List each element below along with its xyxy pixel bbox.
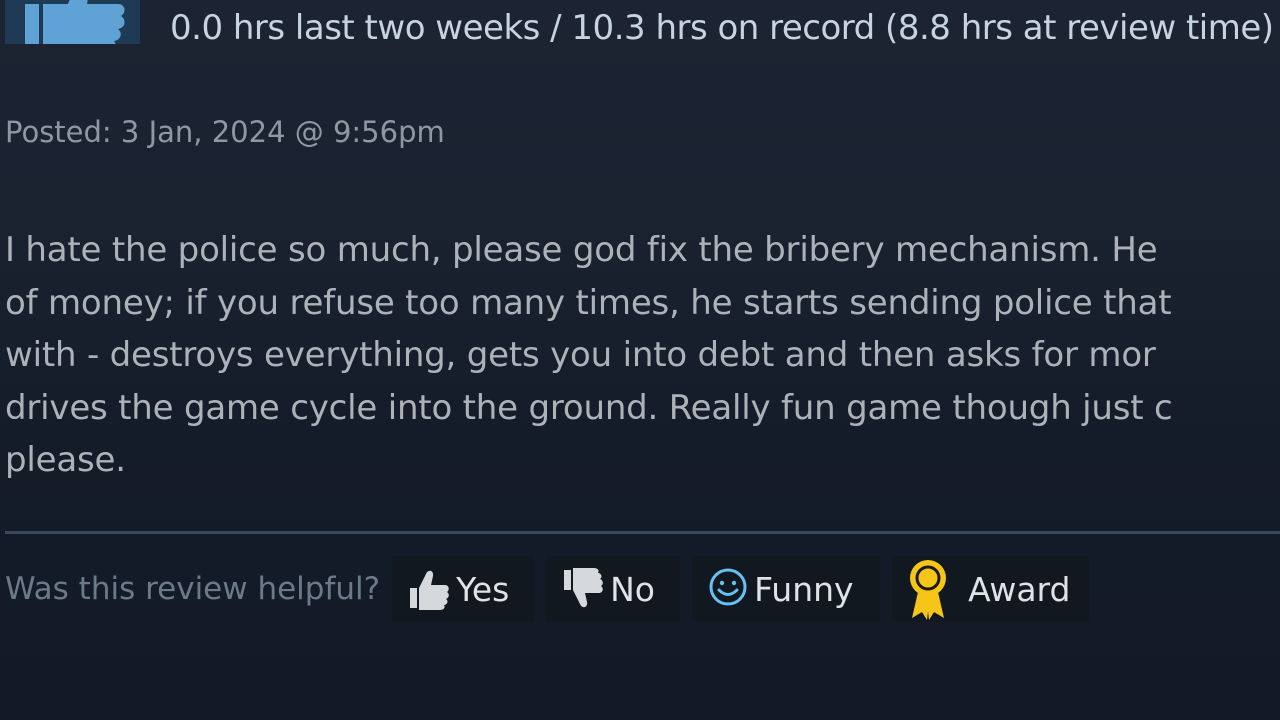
review-body: I hate the police so much, please god fi…: [5, 224, 1280, 487]
review-line: of money; if you refuse too many times, …: [5, 282, 1172, 323]
review-line: please.: [5, 440, 126, 480]
recommended-badge: [5, 0, 140, 44]
divider: [5, 531, 1280, 534]
thumbs-up-icon: [25, 0, 125, 44]
review-line: drives the game cycle into the ground. R…: [5, 387, 1173, 428]
vote-yes-button[interactable]: Yes: [392, 556, 535, 622]
vote-yes-label: Yes: [456, 569, 510, 609]
vote-no-button[interactable]: No: [546, 556, 681, 622]
vote-funny-label: Funny: [754, 569, 854, 609]
playtime-text: 0.0 hrs last two weeks / 10.3 hrs on rec…: [170, 8, 1274, 48]
posted-date: Posted: 3 Jan, 2024 @ 9:56pm: [5, 115, 445, 149]
review-line: with - destroys everything, gets you int…: [5, 335, 1156, 375]
helpful-row: Was this review helpful? Yes No Funny Aw…: [5, 556, 1101, 622]
vote-no-label: No: [610, 569, 655, 609]
award-button[interactable]: Award: [892, 556, 1090, 622]
smiley-icon: [706, 567, 750, 611]
award-ribbon-icon: [906, 558, 950, 620]
thumbs-down-icon: [560, 566, 606, 612]
vote-funny-button[interactable]: Funny: [692, 556, 881, 622]
award-label: Award: [968, 569, 1071, 609]
review-header: 0.0 hrs last two weeks / 10.3 hrs on rec…: [0, 0, 1280, 56]
helpful-question: Was this review helpful?: [5, 571, 381, 607]
review-line: I hate the police so much, please god fi…: [5, 230, 1158, 270]
thumbs-up-icon: [406, 566, 452, 612]
